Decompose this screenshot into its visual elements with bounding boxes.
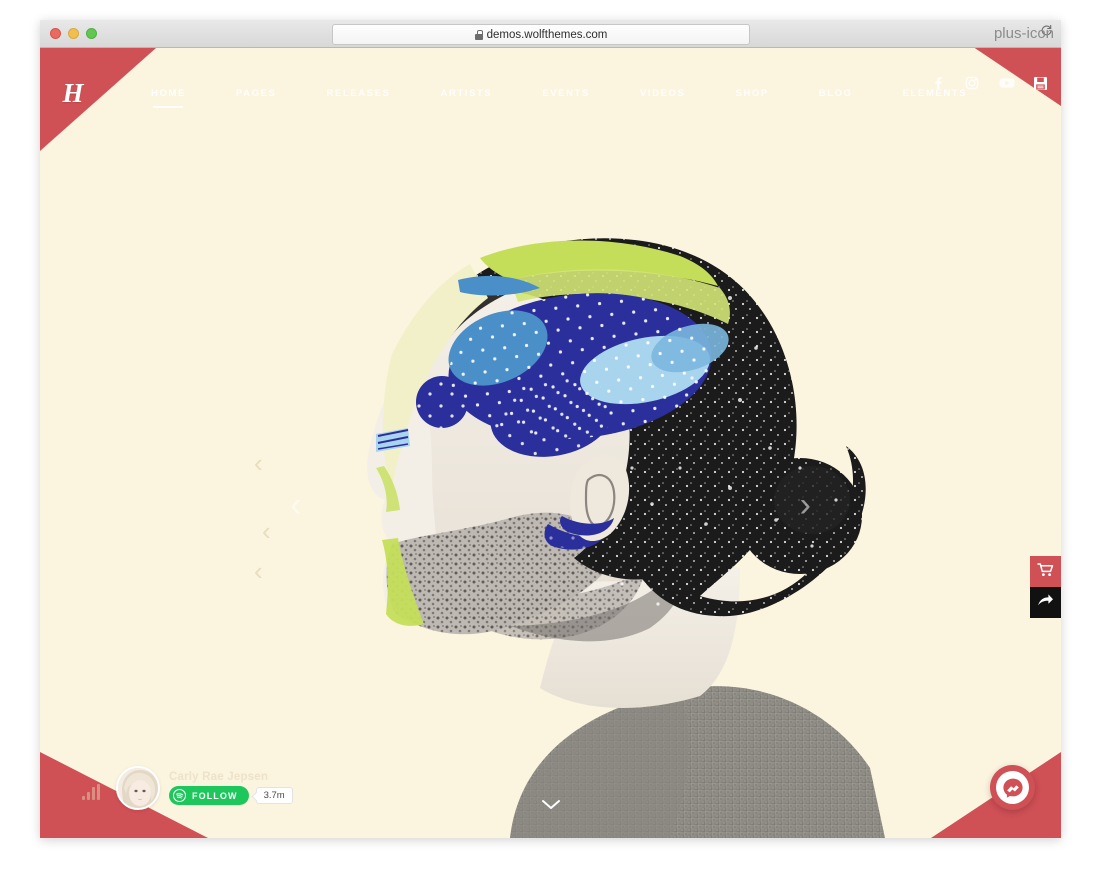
messenger-chat-button[interactable] (990, 765, 1035, 810)
follow-label: FOLLOW (192, 790, 238, 801)
spotify-follow-widget: Carly Rae Jepsen FOLLOW 3.7m (82, 766, 293, 810)
decoration-arc-3: ‹ (254, 556, 263, 586)
minimize-window-button[interactable] (68, 28, 79, 39)
new-tab-button[interactable]: plus-icon (994, 26, 1054, 41)
artist-avatar (116, 766, 160, 810)
window-controls (50, 28, 97, 39)
carousel-next-button[interactable]: › (800, 488, 811, 522)
nav-item-videos[interactable]: VIDEOS (615, 88, 711, 99)
chevron-down-icon (541, 798, 561, 815)
nav-item-artists[interactable]: ARTISTS (415, 88, 517, 99)
nav-item-shop[interactable]: SHOP (710, 88, 793, 99)
cart-button[interactable] (1030, 556, 1061, 587)
follower-count: 3.7m (255, 787, 293, 804)
page-viewport: H HOME PAGES RELEASES ARTISTS EVENTS VID… (40, 48, 1061, 838)
browser-window: demos.wolfthemes.com plus-icon H HOME PA… (40, 20, 1061, 838)
share-arrow-icon (1037, 593, 1054, 613)
artist-name: Carly Rae Jepsen (169, 771, 269, 783)
close-window-button[interactable] (50, 28, 61, 39)
browser-titlebar: demos.wolfthemes.com plus-icon (40, 20, 1061, 48)
hero-artwork (40, 48, 1061, 838)
floating-side-actions (1030, 556, 1061, 618)
address-bar-content: demos.wolfthemes.com (474, 28, 608, 41)
follow-widget-content: Carly Rae Jepsen FOLLOW 3.7m (169, 771, 293, 805)
equalizer-icon (82, 784, 100, 800)
main-navigation: HOME PAGES RELEASES ARTISTS EVENTS VIDEO… (126, 88, 992, 99)
save-icon[interactable] (1033, 76, 1047, 90)
facebook-icon[interactable] (931, 76, 945, 90)
social-links (931, 76, 1047, 90)
site-navbar: H HOME PAGES RELEASES ARTISTS EVENTS VID… (40, 72, 1061, 114)
instagram-icon[interactable] (965, 76, 979, 90)
nav-item-pages[interactable]: PAGES (211, 88, 302, 99)
decoration-arc-1: ‹ (254, 448, 263, 478)
shopping-cart-icon (1037, 562, 1054, 582)
spotify-follow-button[interactable]: FOLLOW (169, 786, 249, 805)
carousel-prev-button[interactable]: ‹ (290, 488, 301, 522)
spotify-icon (173, 789, 186, 802)
maximize-window-button[interactable] (86, 28, 97, 39)
nav-item-home[interactable]: HOME (126, 88, 211, 99)
nav-item-events[interactable]: EVENTS (517, 88, 615, 99)
share-button[interactable] (1030, 587, 1061, 618)
nav-item-releases[interactable]: RELEASES (301, 88, 415, 99)
follow-row: FOLLOW 3.7m (169, 786, 293, 805)
decoration-arc-2: ‹ (262, 516, 271, 546)
site-logo[interactable]: H (46, 79, 100, 107)
lock-icon (474, 29, 483, 40)
url-text: demos.wolfthemes.com (486, 28, 608, 41)
address-bar[interactable]: demos.wolfthemes.com (332, 24, 750, 45)
nav-item-blog[interactable]: BLOG (794, 88, 878, 99)
scroll-down-button[interactable] (541, 798, 561, 816)
youtube-icon[interactable] (999, 76, 1015, 90)
messenger-icon (996, 771, 1029, 804)
